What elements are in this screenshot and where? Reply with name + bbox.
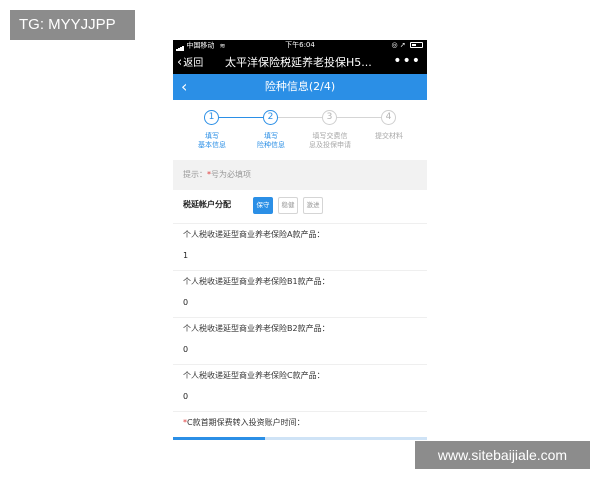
step-2-circle: 2 (263, 110, 278, 125)
step-connector-2 (278, 117, 322, 118)
status-bar: 中国移动 ≋ 下午6:04 ◎ ➚ (173, 40, 427, 51)
step-1-label-line1: 填写 (205, 132, 219, 140)
c-premium-transfer-time-label: *C款首期保费转入投资账户时间： (183, 417, 305, 428)
watermark-top-left: TG: MYYJJPP (10, 10, 135, 40)
webview-title: 太平洋保险税延养老投保H5... (225, 56, 372, 69)
hint-text: 号为必填项 (211, 170, 251, 179)
product-b1-field[interactable]: 个人税收递延型商业养老保险B1款产品： 0 (173, 270, 427, 317)
product-c-label: 个人税收递延型商业养老保险C款产品： (183, 371, 325, 380)
allocation-label: 税延帐户分配 (183, 200, 231, 209)
step-1-circle: 1 (204, 110, 219, 125)
step-4-label-line1: 提交材料 (375, 132, 403, 140)
webview-back-label: 返回 (183, 58, 204, 69)
battery-icon (410, 42, 423, 48)
tax-account-allocation: 税延帐户分配 保守 稳健 激进 (173, 190, 427, 223)
step-4-circle: 4 (381, 110, 396, 125)
product-b1-label: 个人税收递延型商业养老保险B1款产品： (183, 277, 330, 286)
step-connector-3 (337, 117, 381, 118)
product-b1-value[interactable]: 0 (183, 298, 188, 307)
product-b2-field[interactable]: 个人税收递延型商业养老保险B2款产品： 0 (173, 317, 427, 364)
status-time: 下午6:04 (285, 41, 315, 49)
page-header: ‹ 险种信息(2/4) (173, 74, 427, 100)
product-a-label: 个人税收递延型商业养老保险A款产品： (183, 230, 325, 239)
step-2-label-line1: 填写 (264, 132, 278, 140)
allocation-option-balanced[interactable]: 稳健 (278, 197, 298, 214)
chevron-left-icon: ‹ (177, 55, 183, 70)
allocation-option-conservative[interactable]: 保守 (253, 197, 273, 214)
step-1-label: 填写 基本信息 (187, 132, 237, 150)
step-2-label-line2: 险种信息 (257, 141, 285, 149)
location-icon: ➚ (399, 41, 406, 49)
webview-nav-bar: ‹返回 太平洋保险税延养老投保H5... ••• (173, 51, 427, 74)
product-a-value[interactable]: 1 (183, 251, 188, 260)
product-b2-value[interactable]: 0 (183, 345, 188, 354)
lock-rotation-icon: ◎ (391, 41, 398, 49)
product-b2-label: 个人税收递延型商业养老保险B2款产品： (183, 324, 330, 333)
c-premium-transfer-time-field[interactable]: *C款首期保费转入投资账户时间： (173, 411, 427, 440)
screenshot-stage: TG: MYYJJPP 中国移动 ≋ 下午6:04 ◎ ➚ ‹返回 太平洋保险税… (0, 0, 600, 480)
product-c-value[interactable]: 0 (183, 392, 188, 401)
step-connector-1 (219, 117, 263, 118)
page-load-progress (173, 437, 427, 440)
phone-screen: 中国移动 ≋ 下午6:04 ◎ ➚ ‹返回 太平洋保险税延养老投保H5... •… (173, 40, 427, 440)
product-c-field[interactable]: 个人税收递延型商业养老保险C款产品： 0 (173, 364, 427, 411)
step-3-label-line2: 息及投保申请 (309, 141, 351, 149)
hint-prefix: 提示： (183, 170, 207, 179)
watermark-bottom-right: www.sitebaijiale.com (415, 441, 590, 469)
allocation-option-aggressive[interactable]: 激进 (303, 197, 323, 214)
webview-back-button[interactable]: ‹返回 (177, 51, 203, 75)
step-1-label-line2: 基本信息 (198, 141, 226, 149)
step-3-circle: 3 (322, 110, 337, 125)
step-3-label: 填写交费信 息及投保申请 (299, 132, 361, 150)
c-premium-transfer-time-text: C款首期保费转入投资账户时间： (187, 418, 305, 427)
required-hint: 提示：*号为必填项 (173, 160, 427, 190)
step-4-label: 提交材料 (364, 132, 414, 141)
step-2-label: 填写 险种信息 (246, 132, 296, 150)
page-title: 险种信息(2/4) (264, 80, 336, 93)
more-icon[interactable]: ••• (393, 51, 421, 72)
step-3-label-line1: 填写交费信 (312, 132, 348, 140)
step-indicator: 1 2 3 4 填写 基本信息 填写 险种信息 填写交费信 息及投保申请 提交材… (173, 100, 427, 160)
status-icons: ◎ ➚ (392, 40, 423, 51)
page-load-progress-fill (173, 437, 265, 440)
product-a-field[interactable]: 个人税收递延型商业养老保险A款产品： 1 (173, 223, 427, 270)
